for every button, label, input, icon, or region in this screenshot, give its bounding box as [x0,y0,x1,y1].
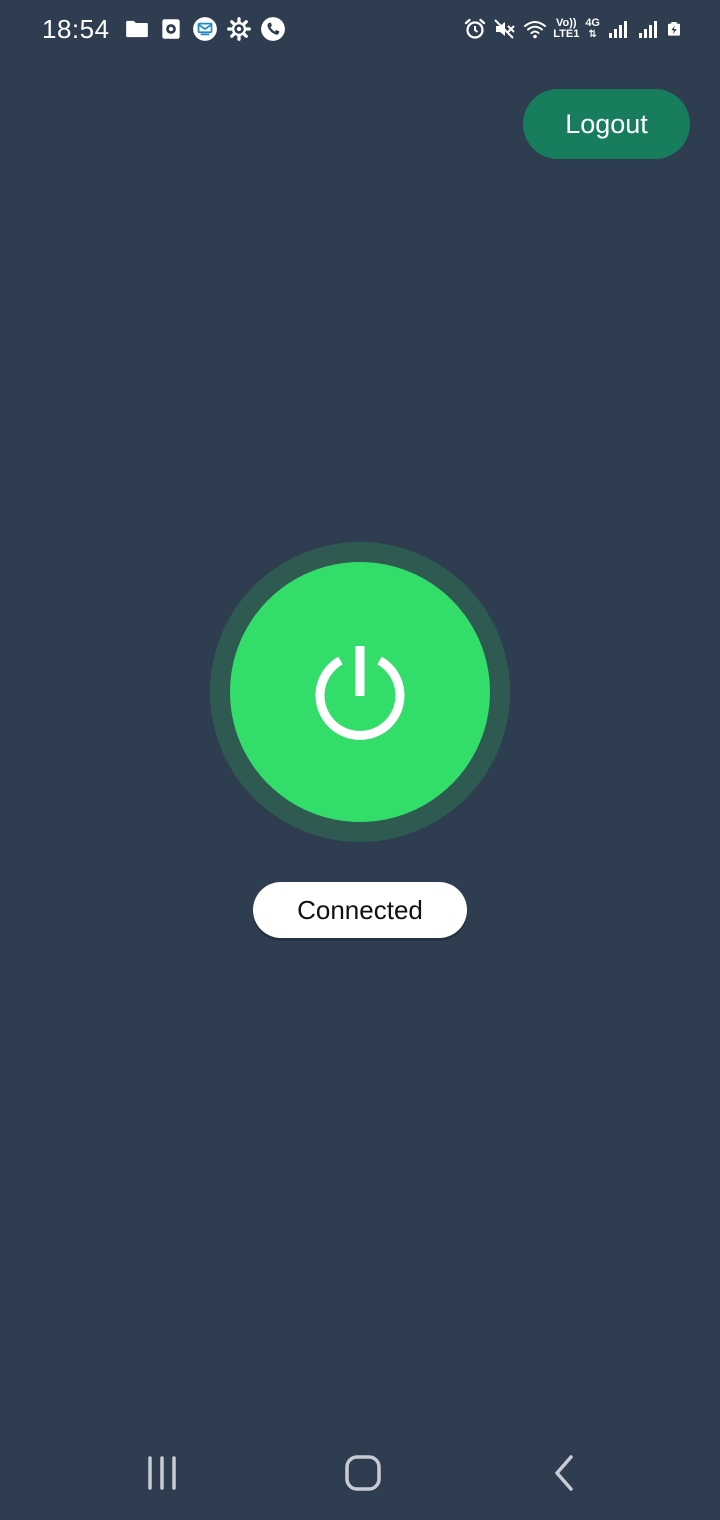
status-bar-right: Vo)) LTE1 4G ⇅ [463,12,682,46]
volte-bottom-label: LTE1 [553,28,580,40]
recents-icon [148,1456,176,1490]
camera-icon [161,19,180,39]
signal-icon [609,21,627,38]
folder-icon [125,20,148,38]
back-button[interactable] [535,1448,595,1498]
navigation-bar [0,1430,720,1520]
status-time: 18:54 [42,13,110,44]
connection-status-text: Connected [297,894,423,925]
mute-icon [494,19,515,39]
logout-button[interactable]: Logout [523,89,690,159]
status-bar: 18:54 Vo)) LTE1 4G ⇅ [0,0,720,58]
network-type-label: 4G [585,17,600,29]
back-icon [555,1455,573,1491]
settings-icon [226,17,251,41]
signal-icon [639,21,657,38]
volte-indicator: Vo)) LTE1 [553,18,579,40]
status-bar-left: 18:54 [42,12,286,46]
network-4g-icon: 4G ⇅ [585,17,600,41]
battery-icon [668,22,680,36]
connection-status-badge: Connected [253,882,467,938]
phone-icon [260,17,285,41]
power-icon [315,646,405,740]
recents-button[interactable] [132,1448,192,1498]
alarm-icon [465,18,486,39]
home-icon [345,1455,381,1491]
message-icon [192,17,217,41]
home-button[interactable] [333,1448,393,1498]
wifi-icon [524,21,547,39]
